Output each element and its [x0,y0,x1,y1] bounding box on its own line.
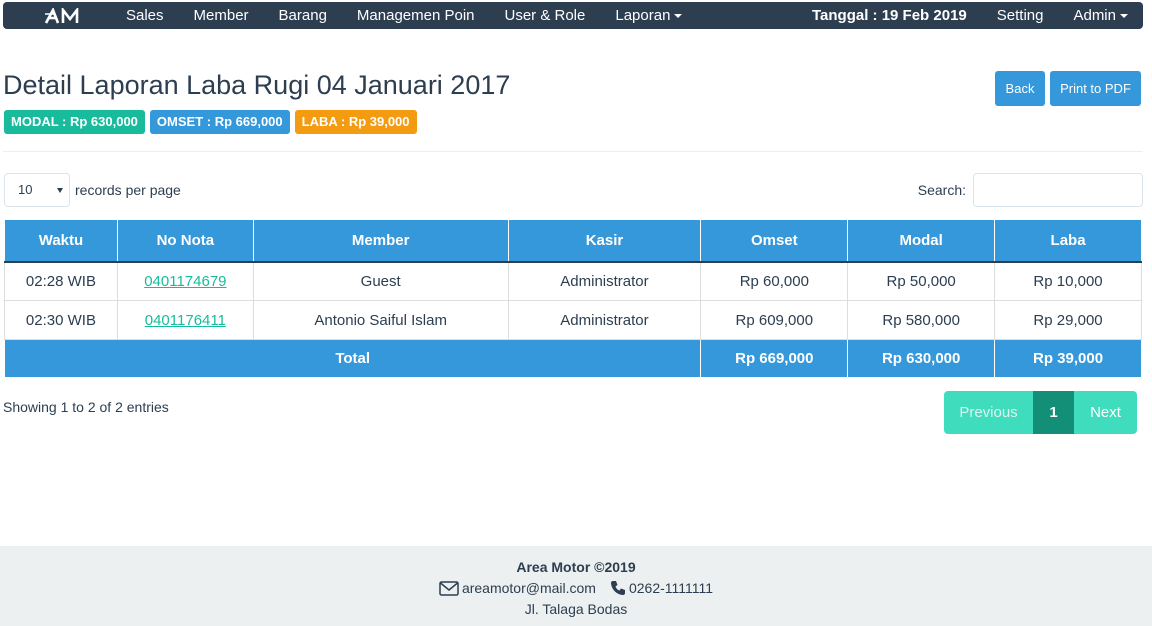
caret-down-icon [674,14,683,19]
column-header-kasir[interactable]: Kasir [507,219,702,263]
nav-laporan-label: Laporan [615,7,671,24]
records-per-page-value: 10 [18,182,33,197]
modal-badge: MODAL : Rp 630,000 [4,110,145,134]
cell-nota: 0401174679 [116,261,254,301]
back-button[interactable]: Back [995,71,1045,106]
top-navbar: Sales Member Barang Managemen Poin User … [3,2,1143,29]
nav-sales[interactable]: Sales [111,2,179,29]
nav-laporan-dropdown[interactable]: Laporan [600,2,697,29]
total-omset: Rp 669,000 [700,339,849,378]
footer-phone: 0262-1111111 [628,580,714,596]
cell-laba: Rp 10,000 [994,261,1142,301]
envelope-icon [439,580,459,596]
total-laba: Rp 39,000 [994,339,1142,378]
column-header-member[interactable]: Member [252,219,509,263]
nav-barang[interactable]: Barang [264,2,342,29]
caret-down-icon [1120,14,1128,19]
cell-modal: Rp 50,000 [847,261,996,301]
table-header-row: Waktu No Nota Member Kasir Omset Modal L… [4,219,1142,263]
table-total-row: Total Rp 669,000 Rp 630,000 Rp 39,000 [3,339,1142,378]
cell-nota: 0401176411 [116,300,254,340]
search-input[interactable] [973,173,1143,207]
nav-user-role[interactable]: User & Role [490,2,601,29]
brand-logo[interactable] [31,2,101,29]
previous-page-button[interactable]: Previous [944,391,1033,434]
cell-member: Antonio Saiful Islam [252,300,509,340]
search-label: Search: [917,182,966,198]
cell-laba: Rp 29,000 [994,300,1142,340]
records-per-page-label: records per page [75,182,181,198]
total-label: Total [3,339,702,378]
nav-admin-dropdown[interactable]: Admin [1058,2,1143,29]
page-title: Detail Laporan Laba Rugi 04 Januari 2017 [3,70,511,100]
column-header-no-nota[interactable]: No Nota [116,219,254,263]
search-control: Search: [918,173,1143,207]
column-header-omset[interactable]: Omset [700,219,849,263]
length-control: 10 records per page [4,173,181,207]
footer-title: Area Motor ©2019 [516,559,636,575]
nav-member[interactable]: Member [179,2,264,29]
next-page-button[interactable]: Next [1074,391,1137,434]
nav-admin-label: Admin [1073,7,1116,24]
footer-email: areamotor@mail.com [461,580,596,596]
phone-icon [610,581,625,595]
nota-link[interactable]: 0401176411 [145,312,226,329]
print-pdf-button[interactable]: Print to PDF [1050,71,1141,106]
select-arrow-icon [57,188,63,193]
total-modal: Rp 630,000 [847,339,996,378]
nav-date: Tanggal : 19 Feb 2019 [811,7,967,24]
laba-badge: LABA : Rp 39,000 [294,110,417,134]
page-1-button[interactable]: 1 [1033,391,1074,434]
cell-waktu: 02:28 WIB [4,261,118,301]
cell-omset: Rp 609,000 [700,300,849,340]
footer-address: Jl. Talaga Bodas [524,601,628,617]
cell-omset: Rp 60,000 [700,261,849,301]
entries-info: Showing 1 to 2 of 2 entries [3,399,169,415]
cell-kasir: Administrator [507,261,702,301]
table-row: 02:28 WIB 0401174679 Guest Administrator… [4,261,1142,301]
report-table: Waktu No Nota Member Kasir Omset Modal L… [3,219,1142,378]
column-header-modal[interactable]: Modal [847,219,996,263]
column-header-laba[interactable]: Laba [994,219,1142,263]
records-per-page-select[interactable]: 10 [4,173,70,207]
nota-link[interactable]: 0401174679 [144,273,226,290]
cell-modal: Rp 580,000 [847,300,996,340]
divider [3,151,1143,152]
footer-contact: areamotor@mail.com 0262-1111111 [0,580,1152,596]
nav-setting[interactable]: Setting [982,2,1059,29]
column-header-waktu[interactable]: Waktu [4,219,118,263]
table-row: 02:30 WIB 0401176411 Antonio Saiful Isla… [4,300,1142,340]
cell-waktu: 02:30 WIB [4,300,118,340]
footer: Area Motor ©2019 areamotor@mail.com 0262… [0,546,1152,626]
cell-member: Guest [252,261,509,301]
pagination: Previous 1 Next [944,391,1137,434]
nav-managemen-poin[interactable]: Managemen Poin [342,2,490,29]
cell-kasir: Administrator [507,300,702,340]
omset-badge: OMSET : Rp 669,000 [149,110,290,134]
summary-badges: MODAL : Rp 630,000 OMSET : Rp 669,000 LA… [4,110,417,134]
